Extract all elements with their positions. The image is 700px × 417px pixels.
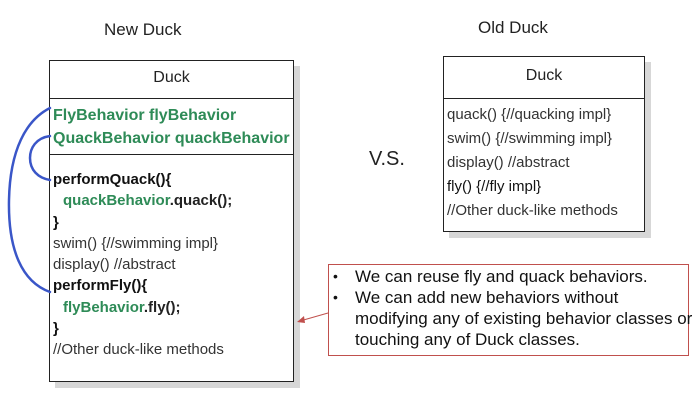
old-display-method: display() //abstract [447,154,570,171]
old-quack-method: quack() {//quacking impl} [447,106,612,123]
callout-bullet-2: • We can add new behaviors without modif… [333,287,693,350]
callout-pointer-arrowhead [297,316,305,323]
fly-call: .fly(); [143,298,181,316]
old-duck-methods-section: quack() {//quacking impl} swim() {//swim… [444,99,644,223]
perform-quack-body: quackBehavior.quack(); [53,190,293,211]
bullet-dot-icon: • [333,268,338,284]
new-duck-methods-section: performQuack(){ quackBehavior.quack(); }… [50,155,293,361]
fly-connector-curve [7,106,52,294]
old-duck-class-title: Duck [525,67,563,84]
quack-behavior-field: QuackBehavior quackBehavior [53,130,290,147]
quack-call: .quack(); [169,192,233,210]
display-method: display() //abstract [53,256,176,274]
new-duck-class-title: Duck [153,69,190,86]
callout-bullets: • We can reuse fly and quack behaviors. … [333,266,693,350]
old-duck-class-box: Duck quack() {//quacking impl} swim() {/… [443,56,645,232]
perform-quack-close: } [53,213,59,231]
fly-behavior-ref: flyBehavior [63,298,144,316]
quack-behavior-ref: quackBehavior [63,192,170,210]
old-other-methods-comment: //Other duck-like methods [447,202,618,219]
other-methods-comment: //Other duck-like methods [53,341,224,359]
new-duck-fields-section: FlyBehavior flyBehavior QuackBehavior qu… [50,99,293,155]
fly-behavior-field: FlyBehavior flyBehavior [53,107,237,124]
new-duck-title-section: Duck [50,61,293,99]
callout-bullet-text: We can reuse fly and quack behaviors. [355,267,648,286]
new-duck-heading: New Duck [104,20,182,39]
quack-connector-curve [28,134,52,182]
perform-fly-signature: performFly(){ [53,277,148,295]
callout-bullet-1: • We can reuse fly and quack behaviors. [333,266,693,287]
new-duck-class-box: Duck FlyBehavior flyBehavior QuackBehavi… [49,60,294,382]
callout-pointer-line [299,312,329,322]
perform-fly-body: flyBehavior.fly(); [53,297,293,318]
old-duck-heading: Old Duck [478,18,548,37]
perform-fly-close: } [53,320,59,338]
old-fly-method: fly() {//fly impl} [447,178,542,195]
bullet-dot-icon: • [333,289,338,305]
callout-bullet-text: We can add new behaviors without modifyi… [355,288,693,349]
old-swim-method: swim() {//swimming impl} [447,130,613,147]
vs-label: V.S. [369,148,405,170]
swim-method: swim() {//swimming impl} [53,234,219,252]
old-duck-title-section: Duck [444,57,644,99]
perform-quack-signature: performQuack(){ [53,171,172,188]
